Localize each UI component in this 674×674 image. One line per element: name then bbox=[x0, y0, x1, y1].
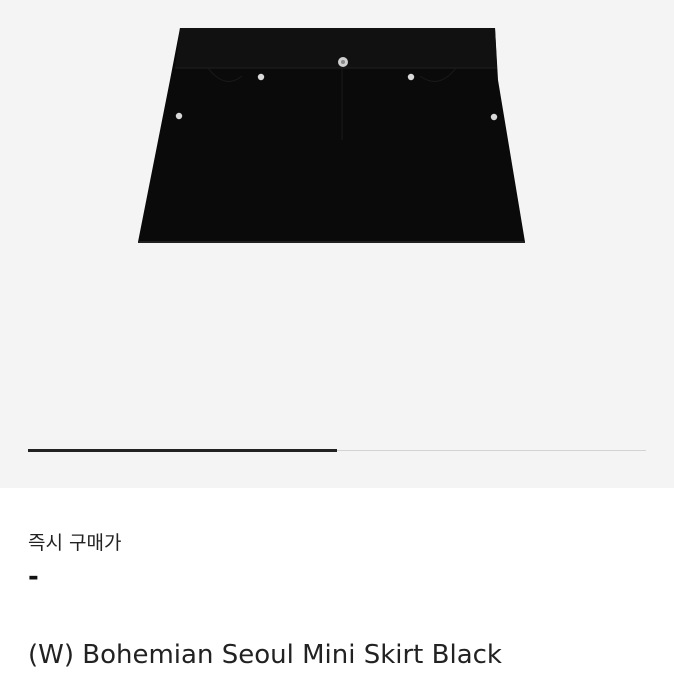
price-value: - bbox=[28, 562, 39, 592]
product-detail-page: 즉시 구매가 - (W) Bohemian Seoul Mini Skirt B… bbox=[0, 0, 674, 674]
product-title: (W) Bohemian Seoul Mini Skirt Black bbox=[28, 640, 502, 670]
image-progress-fill bbox=[28, 449, 337, 452]
price-label: 즉시 구매가 bbox=[28, 532, 122, 554]
product-image bbox=[138, 28, 525, 243]
product-image-gallery[interactable] bbox=[0, 0, 674, 488]
image-progress-bar bbox=[28, 449, 646, 452]
